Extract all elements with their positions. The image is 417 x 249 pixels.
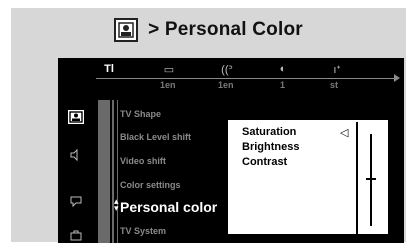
left-icon-column — [58, 100, 96, 243]
menu-item-personal-color[interactable]: Personal color — [120, 199, 217, 215]
level-slider-thumb[interactable] — [366, 178, 376, 180]
up-down-arrow-icon: ▴ ▾ — [114, 196, 119, 213]
audio-language-icon: ((ᐣ — [221, 63, 233, 76]
angle-icon: ◐ — [279, 63, 287, 75]
menu-item-tv-system[interactable]: TV System — [120, 226, 166, 236]
page-header: > Personal Color — [11, 8, 406, 52]
sound-mode-icon: ıᐩ — [333, 63, 341, 76]
features-icon[interactable] — [66, 226, 86, 243]
menu-item-tv-shape[interactable]: TV Shape — [120, 109, 161, 119]
language-icon[interactable] — [66, 192, 86, 210]
level-slider-track[interactable] — [370, 134, 372, 226]
menu-item-video-shift[interactable]: Video shift — [120, 156, 166, 166]
angle-value: 1 — [280, 80, 286, 90]
menu-accent-line-thin — [117, 100, 118, 243]
top-tab-bar: Tl ▭ ((ᐣ ◐ ıᐩ 1en 1en 1 st — [58, 58, 404, 100]
tab-divider-line — [96, 78, 396, 79]
speaker-icon[interactable] — [66, 146, 86, 164]
scroll-right-arrow-icon — [394, 74, 400, 82]
tab-sound-mode[interactable]: ıᐩ — [326, 60, 348, 78]
picture-icon[interactable] — [66, 108, 86, 126]
menu-item-color-settings[interactable]: Color settings — [120, 180, 181, 190]
tab-audio[interactable]: ((ᐣ — [216, 60, 238, 78]
slider-frame-line — [356, 122, 358, 234]
subtitle-icon: ▭ — [163, 63, 175, 76]
level-slider-panel: ◁ — [338, 120, 388, 234]
osd-menu-screen: Tl ▭ ((ᐣ ◐ ıᐩ 1en 1en 1 st TV Shape Blac… — [58, 58, 404, 243]
menu-item-black-level-shift[interactable]: Black Level shift — [120, 132, 191, 142]
option-brightness[interactable]: Brightness — [242, 141, 299, 153]
tab-settings[interactable]: Tl — [98, 60, 120, 78]
menu-accent-line — [112, 100, 114, 243]
selection-hand-icon: ◁ — [340, 127, 349, 139]
audio-value: 1en — [218, 80, 234, 90]
tab-angle[interactable]: ◐ — [272, 60, 294, 78]
option-contrast[interactable]: Contrast — [242, 156, 287, 168]
sound-mode-value: st — [330, 80, 339, 90]
page-title: > Personal Color — [148, 19, 303, 40]
subtitle-value: 1en — [160, 80, 176, 90]
personal-color-submenu: Saturation Brightness Contrast — [228, 120, 338, 234]
tab-subtitle[interactable]: ▭ — [158, 60, 180, 78]
menu-accent-bar — [98, 100, 110, 243]
background-frame: > Personal Color Tl ▭ ((ᐣ ◐ ıᐩ 1en 1en 1 — [11, 8, 406, 243]
picture-setup-icon — [114, 18, 139, 42]
settings-tools-icon: Tl — [104, 63, 114, 75]
option-saturation[interactable]: Saturation — [242, 126, 296, 138]
